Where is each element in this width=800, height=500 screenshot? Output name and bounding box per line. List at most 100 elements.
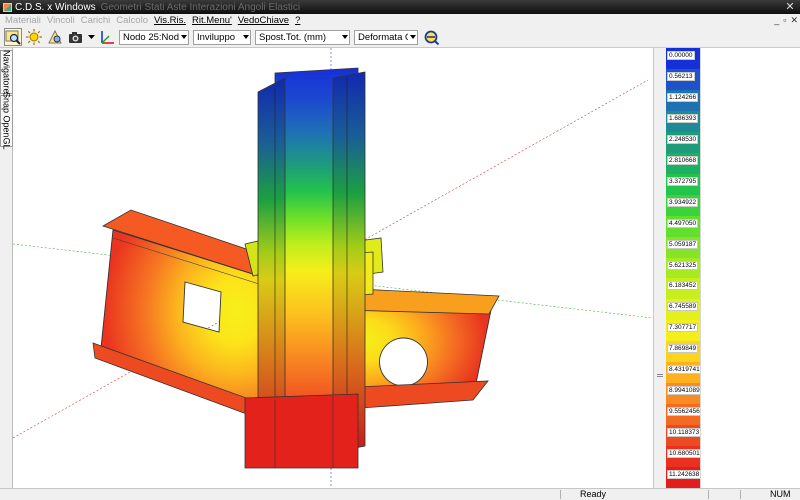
legend-row: 2.810668: [666, 152, 700, 175]
legend-row: 6.745589: [666, 299, 700, 321]
legend-value: 4.497050: [667, 218, 699, 228]
legend-row: 7.869849: [666, 341, 700, 363]
legend-row: 0.56213: [666, 68, 700, 91]
legend-row: 10.680501: [666, 446, 702, 468]
legend-splitter[interactable]: [653, 48, 666, 488]
menu-calcolo[interactable]: Calcolo: [116, 15, 148, 26]
legend-value: 0.00000: [667, 51, 695, 60]
legend-row: 1.124266: [666, 89, 700, 112]
legend-value: 7.869849: [667, 344, 699, 354]
window-title: C.D.S. x Windows: [15, 1, 96, 13]
camera-button[interactable]: [67, 28, 85, 46]
zoom-window-button[interactable]: [4, 28, 22, 46]
legend-row: 0.00000: [666, 48, 700, 70]
status-num-lock: NUM: [770, 489, 791, 499]
tab-snap-opengl[interactable]: Snap OpenGL: [0, 92, 13, 150]
camera-icon: [69, 32, 82, 43]
chevron-down-icon[interactable]: [408, 31, 417, 44]
chevron-down-icon[interactable]: [179, 31, 188, 44]
legend-value: 5.059187: [667, 239, 699, 249]
inspect-button[interactable]: [422, 28, 440, 46]
legend-value: 8.4319741: [667, 365, 702, 375]
displacement-legend: 0.00000 0.56213 1.124266 1.686393 2.248530 2.…: [666, 48, 702, 489]
legend-row: 2.248530: [666, 131, 700, 154]
deform-select-value: Deformata On: [358, 31, 408, 43]
menu-rit-menu[interactable]: Rit.Menu': [192, 15, 232, 26]
side-tab-strip: Navigatore Snap OpenGL: [0, 48, 13, 488]
legend-row: 9.5562456: [666, 404, 702, 426]
mdi-controls: _ ▫ ✕: [774, 15, 798, 26]
toolbar: Nodo 25:Nodo25 Inviluppo Spost.Tot. (mm)…: [0, 27, 800, 48]
section-view-icon: [48, 29, 62, 44]
tab-navigatore-label: Navigatore: [1, 50, 12, 94]
legend-value: 10.680501: [667, 449, 702, 459]
menu-vincoli[interactable]: Vincoli: [47, 15, 75, 26]
legend-value: 6.745589: [667, 302, 699, 312]
menu-bar: Materiali Vincoli Carichi Calcolo Vis.Ri…: [0, 14, 800, 27]
legend-row: 8.4319741: [666, 362, 702, 384]
chevron-down-icon: [88, 34, 95, 39]
axes-icon: [101, 31, 114, 44]
status-separator: [740, 490, 741, 499]
envelope-select[interactable]: Inviluppo: [193, 29, 251, 45]
mdi-close-button[interactable]: ✕: [790, 15, 798, 26]
menu-materiali[interactable]: Materiali: [5, 15, 41, 26]
camera-dropdown-button[interactable]: [88, 28, 95, 46]
right-panel: [700, 48, 800, 488]
legend-row: 3.372795: [666, 173, 700, 196]
result-select[interactable]: Spost.Tot. (mm): [255, 29, 350, 45]
result-select-value: Spost.Tot. (mm): [259, 31, 327, 43]
legend-value: 6.183452: [667, 281, 699, 291]
mdi-minimize-button[interactable]: _: [774, 15, 779, 26]
menu-help[interactable]: ?: [295, 15, 300, 26]
legend-row: 8.9941089: [666, 383, 702, 405]
legend-value: 11.242638: [667, 470, 702, 480]
node-select-value: Nodo 25:Nodo25: [123, 31, 179, 43]
legend-row: 6.183452: [666, 278, 700, 300]
legend-value: 3.372795: [667, 176, 699, 186]
splitter-grip[interactable]: [657, 374, 663, 377]
title-bar: C.D.S. x Windows Geometri Stati Aste Int…: [0, 0, 800, 14]
close-window-button[interactable]: ✕: [784, 1, 796, 13]
legend-value: 1.124266: [667, 92, 699, 102]
legend-value: 2.810668: [667, 155, 699, 165]
legend-row: 5.621325: [666, 257, 700, 279]
3d-viewport[interactable]: [13, 48, 653, 488]
light-button[interactable]: [25, 28, 43, 46]
menu-vedochiave[interactable]: VedoChiave: [238, 15, 289, 26]
legend-row: 1.686393: [666, 110, 700, 133]
legend-value: 0.56213: [667, 71, 695, 81]
legend-row: 7.307717: [666, 320, 700, 342]
section-view-button[interactable]: [46, 28, 64, 46]
legend-value: 10.118373: [667, 428, 702, 438]
chevron-down-icon[interactable]: [340, 31, 349, 44]
status-separator: [708, 490, 709, 499]
axes-button[interactable]: [98, 28, 116, 46]
window-title-extra: Geometri Stati Aste Interazioni Angoli E…: [100, 1, 301, 13]
chevron-down-icon[interactable]: [241, 31, 250, 44]
magnifier-icon: [424, 30, 439, 45]
legend-value: 3.934922: [667, 197, 699, 207]
status-bar: Ready NUM: [0, 488, 800, 500]
legend-value: 1.686393: [667, 113, 699, 123]
legend-row: 10.118373: [666, 425, 702, 447]
legend-value: 2.248530: [667, 134, 699, 144]
legend-value: 5.621325: [667, 260, 699, 270]
legend-value: 9.5562456: [667, 407, 702, 417]
app-window: C.D.S. x Windows Geometri Stati Aste Int…: [0, 0, 800, 500]
menu-carichi[interactable]: Carichi: [81, 15, 111, 26]
node-select[interactable]: Nodo 25:Nodo25: [119, 29, 189, 45]
deform-select[interactable]: Deformata On: [354, 29, 418, 45]
legend-row: 4.497050: [666, 215, 700, 238]
tab-navigatore[interactable]: Navigatore: [0, 50, 13, 94]
tab-snap-opengl-label: Snap OpenGL: [1, 92, 12, 150]
envelope-select-value: Inviluppo: [197, 31, 236, 43]
status-ready: Ready: [580, 489, 607, 499]
legend-row: 3.934922: [666, 194, 700, 217]
fem-model-render: [13, 48, 653, 488]
app-icon: [3, 2, 12, 12]
mdi-restore-button[interactable]: ▫: [783, 15, 786, 26]
status-separator: [560, 490, 561, 499]
menu-vis-ris[interactable]: Vis.Ris.: [154, 15, 186, 26]
legend-value: 8.9941089: [667, 386, 702, 396]
